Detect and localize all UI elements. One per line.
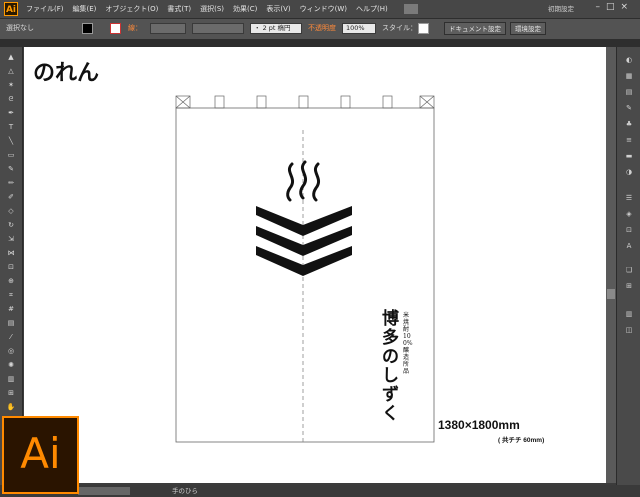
transparency-panel-icon[interactable]: ◑ [623, 167, 635, 177]
brand-name: 博多のしずく [382, 309, 399, 424]
shape-builder-tool-icon[interactable]: ⊕ [5, 277, 17, 286]
eraser-tool-icon[interactable]: ◇ [5, 207, 17, 216]
dimensions-sub: ( 共チチ 60mm) [498, 437, 545, 444]
symbols-icon[interactable]: ♣ [623, 119, 635, 129]
perspective-grid-tool-icon[interactable]: ⌗ [5, 291, 17, 300]
document-setup-button[interactable]: ドキュメント設定 [444, 22, 506, 35]
menu-edit[interactable]: 編集(E) [73, 0, 97, 18]
preferences-button[interactable]: 環境設定 [510, 22, 546, 35]
artboards-panel-icon[interactable]: ⊞ [623, 281, 635, 291]
graphic-styles-icon[interactable]: ◈ [623, 209, 635, 219]
dimensions-label: 1380×1800mm [438, 418, 520, 432]
free-transform-tool-icon[interactable]: ⊡ [5, 263, 17, 272]
menu-file[interactable]: ファイル(F) [26, 0, 64, 18]
selection-tool-icon[interactable]: ▲ [5, 53, 17, 62]
pencil-tool-icon[interactable]: ✏ [5, 179, 17, 188]
direct-selection-tool-icon[interactable]: △ [5, 67, 17, 76]
align-panel-icon[interactable]: ▥ [623, 309, 635, 319]
brand-small-text: 米焼酎100%醸造所品 [403, 312, 413, 375]
document-tab-bar [0, 39, 640, 47]
magic-wand-tool-icon[interactable]: ✶ [5, 81, 17, 90]
opacity-field[interactable]: 100% [342, 23, 376, 34]
scroll-thumb[interactable] [607, 289, 615, 299]
type-tool-icon[interactable]: T [5, 123, 17, 132]
workspace-switcher[interactable]: 初期設定 [548, 3, 574, 15]
mesh-tool-icon[interactable]: # [5, 305, 17, 314]
style-label: スタイル： [382, 24, 417, 32]
gradient-panel-icon[interactable]: ▬ [623, 151, 635, 161]
lasso-tool-icon[interactable]: ᘓ [5, 95, 17, 104]
scale-tool-icon[interactable]: ⇲ [5, 235, 17, 244]
stroke-label[interactable]: 線： [128, 23, 142, 34]
control-bar: 選択なし 線： ・ 2 pt 楕円 不透明度 100% スタイル： ドキュメント… [0, 18, 640, 40]
menu-select[interactable]: 選択(S) [200, 0, 224, 18]
window-controls[interactable]: –□× [595, 2, 634, 12]
color-panel-icon[interactable]: ◐ [623, 55, 635, 65]
stroke-weight-field[interactable] [150, 23, 186, 34]
eyedropper-tool-icon[interactable]: ⁄ [5, 333, 17, 342]
status-bar: 手のひら [0, 485, 640, 497]
fill-swatch[interactable] [82, 23, 93, 34]
gradient-tool-icon[interactable]: ▤ [5, 319, 17, 328]
width-tool-icon[interactable]: ⋈ [5, 249, 17, 258]
panel-dock: ◐ ▦ ▤ ✎ ♣ ≡ ▬ ◑ ☰ ◈ ⊡ A ❏ ⊞ ▥ ◫ [616, 47, 640, 490]
brushes-icon[interactable]: ✎ [623, 103, 635, 113]
illustrator-logo: Ai [2, 416, 79, 494]
rotate-tool-icon[interactable]: ↻ [5, 221, 17, 230]
selection-status: 選択なし [6, 24, 34, 32]
stroke-panel-icon[interactable]: ≡ [623, 135, 635, 145]
artboard-tool-icon[interactable]: ⊞ [5, 389, 17, 398]
menu-help[interactable]: ヘルプ(H) [356, 0, 388, 18]
appearance-panel-icon[interactable]: ☰ [623, 193, 635, 203]
hand-tool-icon[interactable]: ✋ [5, 403, 17, 412]
menu-window[interactable]: ウィンドウ(W) [300, 0, 347, 18]
color-guide-icon[interactable]: ▦ [623, 71, 635, 81]
menu-type[interactable]: 書式(T) [167, 0, 191, 18]
status-tool: 手のひら [172, 487, 198, 495]
menu-effect[interactable]: 効果(C) [233, 0, 257, 18]
menu-bar: Ai ファイル(F) 編集(E) オブジェクト(O) 書式(T) 選択(S) 効… [0, 0, 640, 18]
graph-tool-icon[interactable]: ▥ [5, 375, 17, 384]
horizontal-scrollbar[interactable] [78, 487, 130, 495]
menu-view[interactable]: 表示(V) [266, 0, 290, 18]
line-tool-icon[interactable]: ╲ [5, 137, 17, 146]
paintbrush-tool-icon[interactable]: ✎ [5, 165, 17, 174]
app-logo: Ai [4, 2, 18, 16]
main-menu: ファイル(F) 編集(E) オブジェクト(O) 書式(T) 選択(S) 効果(C… [26, 0, 397, 18]
blob-brush-tool-icon[interactable]: ✐ [5, 193, 17, 202]
pen-tool-icon[interactable]: ✒ [5, 109, 17, 118]
menu-object[interactable]: オブジェクト(O) [105, 0, 158, 18]
transform-panel-icon[interactable]: ⊡ [623, 225, 635, 235]
artwork-title: のれん [33, 60, 100, 86]
symbol-sprayer-tool-icon[interactable]: ✺ [5, 361, 17, 370]
blend-tool-icon[interactable]: ◎ [5, 347, 17, 356]
layers-panel-icon[interactable]: ❏ [623, 265, 635, 275]
vertical-scrollbar[interactable] [606, 47, 616, 483]
stroke-swatch[interactable] [110, 23, 121, 34]
style-swatch[interactable] [418, 23, 429, 34]
rectangle-tool-icon[interactable]: ▭ [5, 151, 17, 160]
bridge-icon[interactable] [404, 4, 418, 14]
character-panel-icon[interactable]: A [623, 241, 635, 251]
swatches-icon[interactable]: ▤ [623, 87, 635, 97]
brush-field[interactable]: ・ 2 pt 楕円 [250, 23, 302, 34]
pathfinder-panel-icon[interactable]: ◫ [623, 325, 635, 335]
opacity-label[interactable]: 不透明度 [308, 23, 336, 34]
variable-width-field[interactable] [192, 23, 244, 34]
